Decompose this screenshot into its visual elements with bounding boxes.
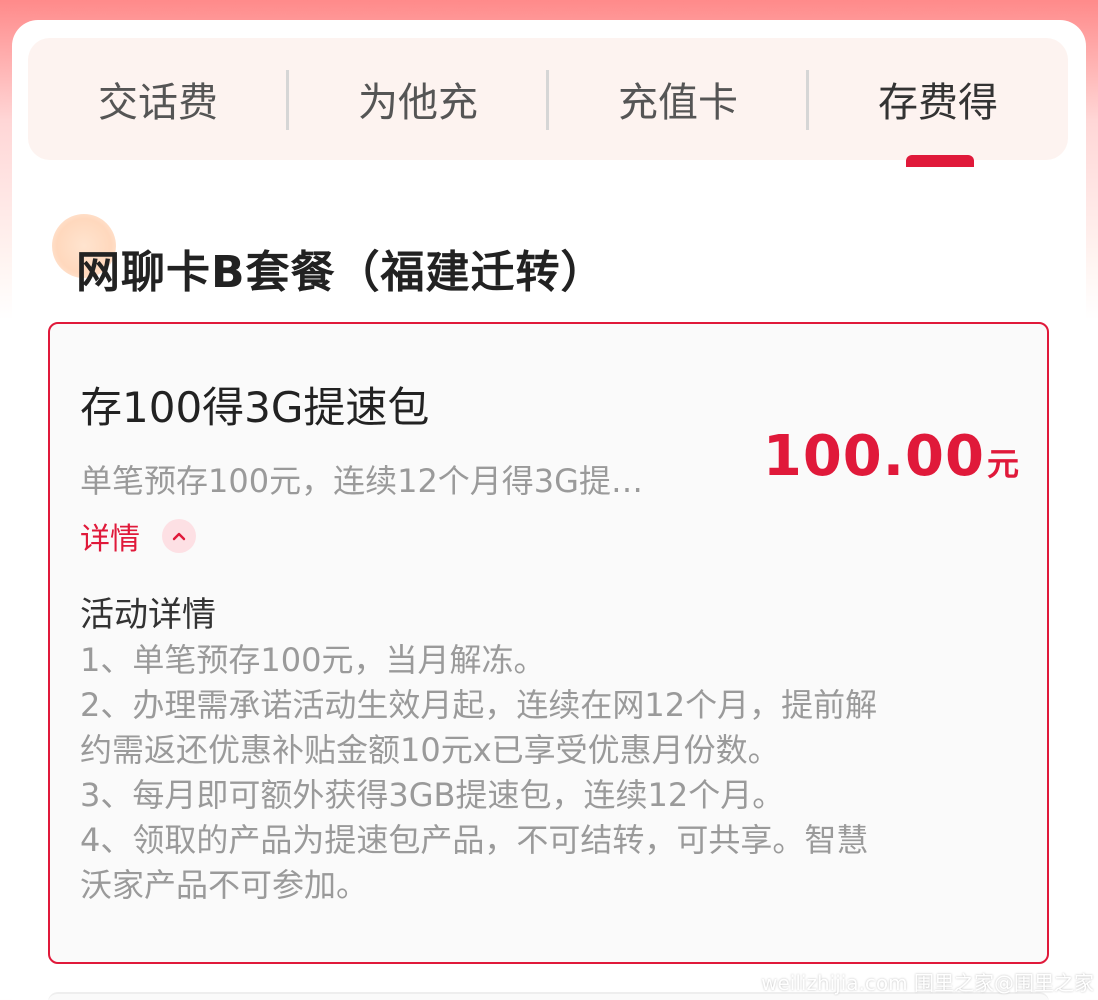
chevron-up-icon[interactable] (162, 519, 196, 553)
activity-line: 1、单笔预存100元，当月解冻。 (80, 641, 546, 679)
tab-divider (286, 70, 289, 130)
activity-line: 约需返还优惠补贴金额10元x已享受优惠月份数。 (80, 731, 780, 769)
offer-subtitle: 单笔预存100元，连续12个月得3G提… (80, 462, 643, 500)
price-amount: 100.00 (762, 424, 985, 489)
activity-line: 沃家产品不可参加。 (80, 866, 369, 904)
tab-recharge-card[interactable]: 充值卡 (548, 38, 808, 160)
activity-line: 3、每月即可额外获得3GB提速包，连续12个月。 (80, 776, 785, 814)
activity-line: 2、办理需承诺活动生效月起，连续在网12个月，提前解 (80, 686, 878, 724)
plan-title: 网聊卡B套餐（福建迁转） (76, 247, 606, 298)
offer-price: 100.00 元 (763, 424, 1019, 489)
tab-label: 存费得 (878, 80, 998, 126)
activity-line: 4、领取的产品为提速包产品，不可结转，可共享。智慧 (80, 821, 869, 859)
tab-label: 交话费 (98, 80, 218, 126)
tab-recharge-others[interactable]: 为他充 (288, 38, 548, 160)
tab-deposit-reward[interactable]: 存费得 (808, 38, 1068, 160)
tab-divider (546, 70, 549, 130)
tab-label: 充值卡 (618, 80, 738, 126)
activity-heading: 活动详情 (80, 595, 216, 635)
tab-bar: 交话费 为他充 充值卡 存费得 (28, 38, 1068, 160)
offer-title: 存100得3G提速包 (80, 383, 430, 432)
offer-card[interactable]: 存100得3G提速包 单笔预存100元，连续12个月得3G提… 100.00 元… (48, 322, 1049, 964)
tab-divider (806, 70, 809, 130)
price-unit: 元 (986, 445, 1019, 483)
watermark: weilizhijia.com 围里之家@围里之家 (761, 971, 1094, 995)
active-tab-indicator (906, 155, 974, 167)
tab-label: 为他充 (358, 80, 478, 126)
details-toggle[interactable]: 详情 (80, 514, 196, 558)
tab-pay-bill[interactable]: 交话费 (28, 38, 288, 160)
details-toggle-label: 详情 (80, 522, 140, 557)
activity-details: 活动详情 1、单笔预存100元，当月解冻。 2、办理需承诺活动生效月起，连续在网… (80, 592, 1030, 908)
